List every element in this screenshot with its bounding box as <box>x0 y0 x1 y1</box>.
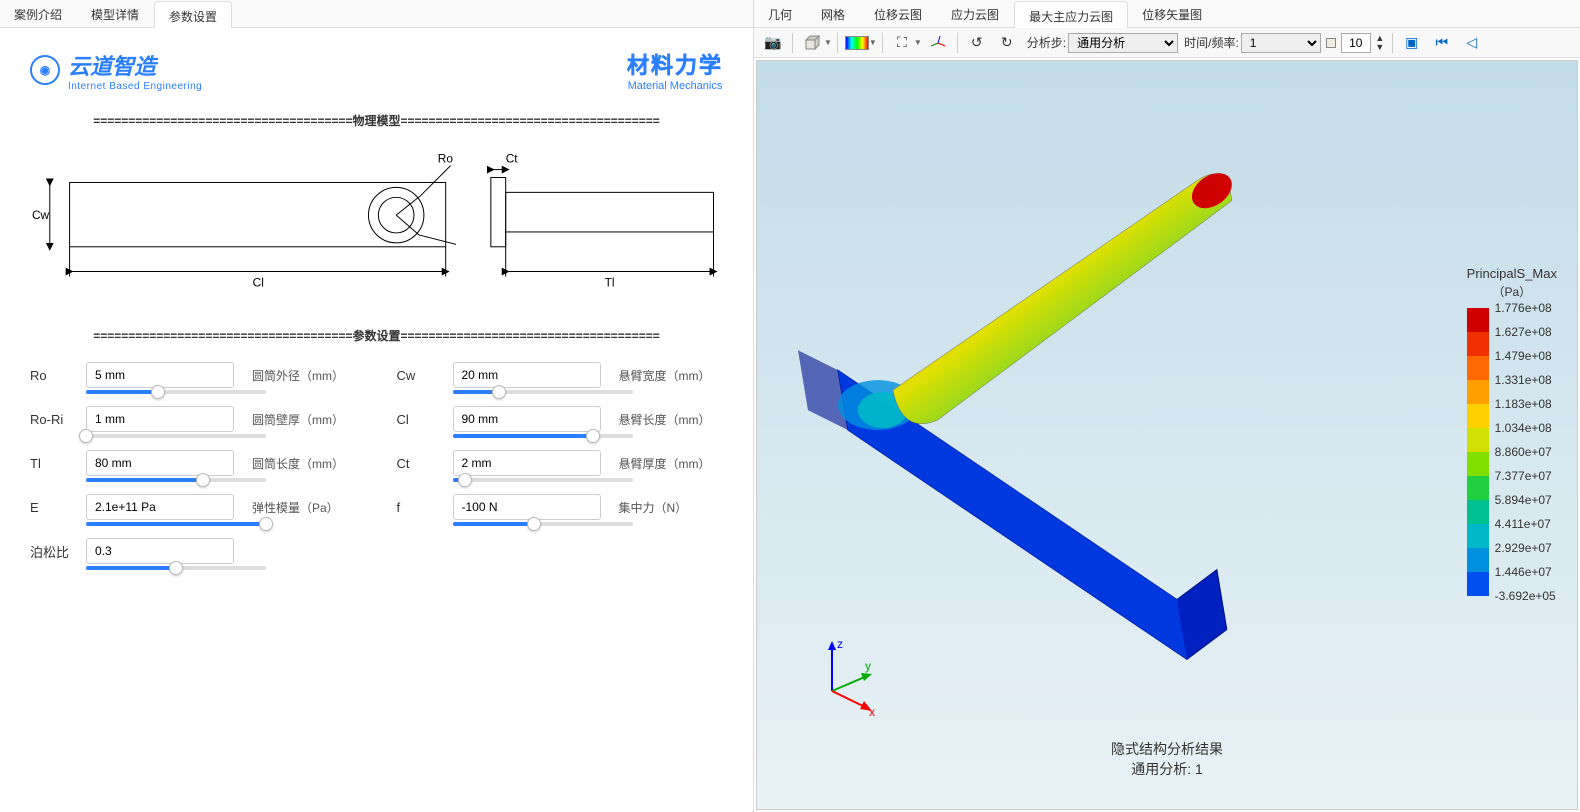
analysis-step-label: 分析步: <box>1027 34 1066 51</box>
tab-disp-vector[interactable]: 位移矢量图 <box>1128 0 1217 27</box>
param-input-Cw[interactable] <box>453 362 601 388</box>
section-params: =====================================参数设… <box>30 327 723 344</box>
param-slider-E[interactable] <box>86 522 266 526</box>
section-physical: =====================================物理模… <box>30 112 723 129</box>
subject-title: 材料力学 <box>627 48 723 80</box>
frames-input[interactable] <box>1341 33 1371 53</box>
axis-gizmo: z y x <box>807 636 887 719</box>
viewport-toolbar: 📷 ▼ ▼ ⛶▼ ↺ ↻ 分析步: 通用分析 时间/频率: 1 ▲▼ ▣ ⏮ ◁ <box>754 28 1580 58</box>
svg-text:x: x <box>869 705 875 716</box>
time-label: 时间/频率: <box>1184 34 1239 51</box>
param-label-Ro-Ri: Ro-Ri <box>30 412 78 427</box>
tab-case-intro[interactable]: 案例介绍 <box>0 0 77 27</box>
tab-param-settings[interactable]: 参数设置 <box>154 1 232 28</box>
param-slider-Ro[interactable] <box>86 390 266 394</box>
param-input-Ro[interactable] <box>86 362 234 388</box>
rotate-cw-icon[interactable]: ↻ <box>993 31 1021 55</box>
param-label-Ct: Ct <box>397 456 445 471</box>
param-slider-Cw[interactable] <box>453 390 633 394</box>
dropdown-arrow[interactable]: ▼ <box>824 38 832 47</box>
param-input-Tl[interactable] <box>86 450 234 476</box>
svg-text:Ro: Ro <box>438 152 454 166</box>
param-desc-Ro: 圆筒外径（mm） <box>252 367 344 384</box>
svg-text:z: z <box>837 637 843 651</box>
svg-text:y: y <box>865 659 871 673</box>
record-icon[interactable]: ▣ <box>1398 31 1426 55</box>
logo-right: 材料力学 Material Mechanics <box>627 48 723 92</box>
colormap-icon[interactable] <box>843 31 871 55</box>
param-input-f[interactable] <box>453 494 601 520</box>
box-indicator <box>1326 38 1336 48</box>
tab-displacement[interactable]: 位移云图 <box>860 0 937 27</box>
param-label-泊松比: 泊松比 <box>30 542 78 561</box>
rotate-ccw-icon[interactable]: ↺ <box>963 31 991 55</box>
param-desc-E: 弹性模量（Pa） <box>252 499 339 516</box>
param-desc-Ct: 悬臂厚度（mm） <box>619 455 711 472</box>
svg-text:Ct: Ct <box>505 152 518 166</box>
param-label-Tl: Tl <box>30 456 78 471</box>
param-desc-f: 集中力（N） <box>619 499 688 516</box>
param-input-Ct[interactable] <box>453 450 601 476</box>
param-slider-f[interactable] <box>453 522 633 526</box>
result-text: 隐式结构分析结果 通用分析: 1 <box>1111 739 1223 779</box>
physical-diagram: Ro Ri Cw Cl Ct <box>30 147 723 307</box>
param-slider-Ro-Ri[interactable] <box>86 434 266 438</box>
param-label-Cl: Cl <box>397 412 445 427</box>
param-desc-Tl: 圆筒长度（mm） <box>252 455 344 472</box>
param-slider-Ct[interactable] <box>453 478 633 482</box>
param-slider-Tl[interactable] <box>86 478 266 482</box>
brand-sub: Internet Based Engineering <box>68 81 202 92</box>
skip-back-icon[interactable]: ⏮ <box>1428 31 1456 55</box>
fit-icon[interactable]: ⛶ <box>888 31 916 55</box>
param-label-Cw: Cw <box>397 368 445 383</box>
param-desc-Cl: 悬臂长度（mm） <box>619 411 711 428</box>
param-desc-Ro-Ri: 圆筒壁厚（mm） <box>252 411 344 428</box>
analysis-step-select[interactable]: 通用分析 <box>1068 33 1178 53</box>
brand-name: 云道智造 <box>68 49 202 81</box>
svg-text:Cl: Cl <box>253 275 264 289</box>
color-legend: PrincipalS_Max （Pa） 1.776e+081.627e+081.… <box>1467 266 1557 596</box>
param-input-泊松比[interactable] <box>86 538 234 564</box>
tab-model-detail[interactable]: 模型详情 <box>77 0 154 27</box>
subject-sub: Material Mechanics <box>627 80 723 92</box>
right-tabs: 几何 网格 位移云图 应力云图 最大主应力云图 位移矢量图 <box>754 0 1580 28</box>
tab-geometry[interactable]: 几何 <box>754 0 807 27</box>
tab-mesh[interactable]: 网格 <box>807 0 860 27</box>
logo-left: ◉ 云道智造 Internet Based Engineering <box>30 49 202 92</box>
param-slider-泊松比[interactable] <box>86 566 266 570</box>
dropdown-arrow[interactable]: ▼ <box>869 38 877 47</box>
spin-up-down[interactable]: ▲▼ <box>1373 31 1387 55</box>
cube-icon[interactable] <box>798 31 826 55</box>
axes-icon[interactable] <box>924 31 952 55</box>
svg-text:Tl: Tl <box>604 275 614 289</box>
viewport-3d[interactable]: z y x 隐式结构分析结果 通用分析: 1 PrincipalS_Max （P… <box>756 60 1578 810</box>
dropdown-arrow[interactable]: ▼ <box>914 38 922 47</box>
svg-text:Cw: Cw <box>32 208 50 222</box>
param-slider-Cl[interactable] <box>453 434 633 438</box>
tab-max-principal[interactable]: 最大主应力云图 <box>1014 1 1128 28</box>
time-select[interactable]: 1 <box>1241 33 1321 53</box>
tab-stress[interactable]: 应力云图 <box>937 0 1014 27</box>
param-input-Ro-Ri[interactable] <box>86 406 234 432</box>
camera-icon[interactable]: 📷 <box>759 31 787 55</box>
param-label-Ro: Ro <box>30 368 78 383</box>
swirl-icon: ◉ <box>30 55 60 85</box>
left-tabs: 案例介绍 模型详情 参数设置 <box>0 0 753 28</box>
param-label-f: f <box>397 500 445 515</box>
param-input-Cl[interactable] <box>453 406 601 432</box>
param-input-E[interactable] <box>86 494 234 520</box>
param-label-E: E <box>30 500 78 515</box>
play-back-icon[interactable]: ◁ <box>1458 31 1486 55</box>
param-desc-Cw: 悬臂宽度（mm） <box>619 367 711 384</box>
